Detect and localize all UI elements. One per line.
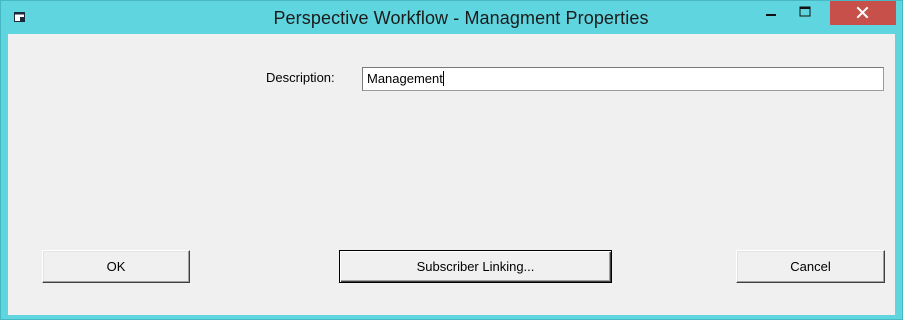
close-icon[interactable] [830,1,896,25]
maximize-icon[interactable] [785,1,825,23]
ok-button[interactable]: OK [42,250,190,283]
cancel-button[interactable]: Cancel [736,250,885,283]
title-bar[interactable]: Perspective Workflow - Managment Propert… [1,1,902,34]
minimize-icon[interactable] [757,1,785,23]
description-input[interactable]: Management [362,67,884,91]
dialog-client-area: Description: Management OK Subscriber Li… [8,34,895,315]
properties-dialog-window: Perspective Workflow - Managment Propert… [0,0,903,320]
description-label: Description: [266,70,335,85]
subscriber-linking-button[interactable]: Subscriber Linking... [339,250,612,283]
description-value: Management [367,71,443,86]
text-caret [442,71,444,86]
